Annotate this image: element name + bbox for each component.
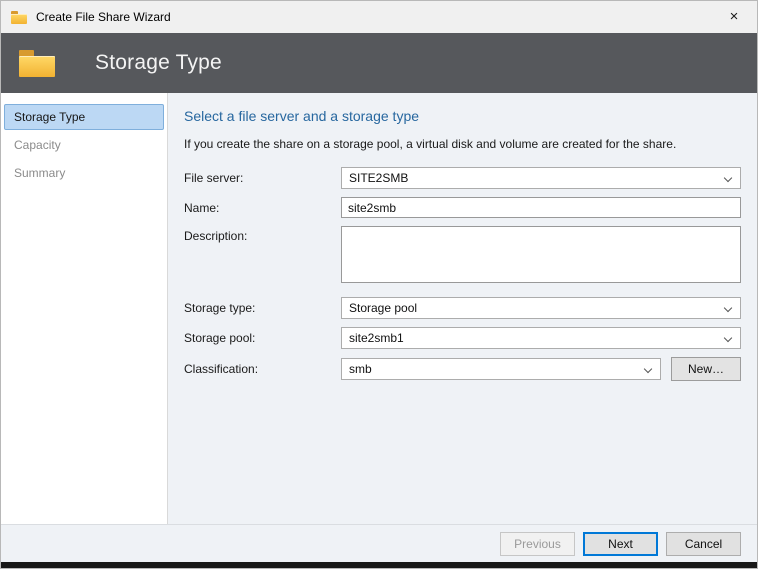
storage-type-label: Storage type: (184, 301, 341, 315)
wizard-folder-icon (11, 11, 27, 24)
form-row-description: Description: (184, 226, 741, 283)
form-row-classification: Classification: smb New… (184, 357, 741, 381)
section-description: If you create the share on a storage poo… (184, 137, 741, 151)
wizard-body: Storage Type Capacity Summary Select a f… (1, 93, 757, 524)
storage-pool-select[interactable]: site2smb1 (341, 327, 741, 349)
main-content: Select a file server and a storage type … (168, 93, 757, 524)
next-button[interactable]: Next (583, 532, 658, 556)
sidebar-item-label: Storage Type (14, 110, 85, 124)
cancel-button[interactable]: Cancel (666, 532, 741, 556)
page-title: Storage Type (95, 51, 222, 75)
new-classification-button[interactable]: New… (671, 357, 741, 381)
sidebar-item-label: Summary (14, 166, 65, 180)
previous-button[interactable]: Previous (500, 532, 575, 556)
create-file-share-wizard-window: Create File Share Wizard × Storage Type … (0, 0, 758, 569)
storage-type-select[interactable]: Storage pool (341, 297, 741, 319)
sidebar-item-storage-type[interactable]: Storage Type (4, 104, 164, 130)
classification-label: Classification: (184, 362, 341, 376)
sidebar-item-capacity[interactable]: Capacity (4, 132, 164, 158)
storage-pool-label: Storage pool: (184, 331, 341, 345)
form-row-name: Name: (184, 197, 741, 218)
wizard-steps-sidebar: Storage Type Capacity Summary (1, 93, 168, 524)
close-icon[interactable]: × (711, 1, 757, 33)
classification-value: smb (349, 362, 372, 376)
storage-folder-icon (19, 50, 55, 77)
name-label: Name: (184, 201, 341, 215)
description-label: Description: (184, 226, 341, 243)
sidebar-item-label: Capacity (14, 138, 61, 152)
form-row-file-server: File server: SITE2SMB (184, 167, 741, 189)
chevron-down-icon (644, 365, 652, 373)
description-textarea[interactable] (341, 226, 741, 283)
title-bar: Create File Share Wizard × (1, 1, 757, 33)
chevron-down-icon (724, 334, 732, 342)
footer-bar: Previous Next Cancel (1, 524, 757, 562)
file-server-value: SITE2SMB (349, 171, 408, 185)
window-title: Create File Share Wizard (36, 10, 171, 24)
storage-type-value: Storage pool (349, 301, 417, 315)
storage-pool-value: site2smb1 (349, 331, 404, 345)
form-row-storage-type: Storage type: Storage pool (184, 297, 741, 319)
name-input[interactable] (341, 197, 741, 218)
sidebar-item-summary[interactable]: Summary (4, 160, 164, 186)
file-server-select[interactable]: SITE2SMB (341, 167, 741, 189)
file-server-label: File server: (184, 171, 341, 185)
form-row-storage-pool: Storage pool: site2smb1 (184, 327, 741, 349)
bottom-strip (1, 562, 757, 569)
header-banner: Storage Type (1, 33, 757, 93)
classification-select[interactable]: smb (341, 358, 661, 380)
chevron-down-icon (724, 304, 732, 312)
section-heading: Select a file server and a storage type (184, 108, 741, 124)
chevron-down-icon (724, 174, 732, 182)
